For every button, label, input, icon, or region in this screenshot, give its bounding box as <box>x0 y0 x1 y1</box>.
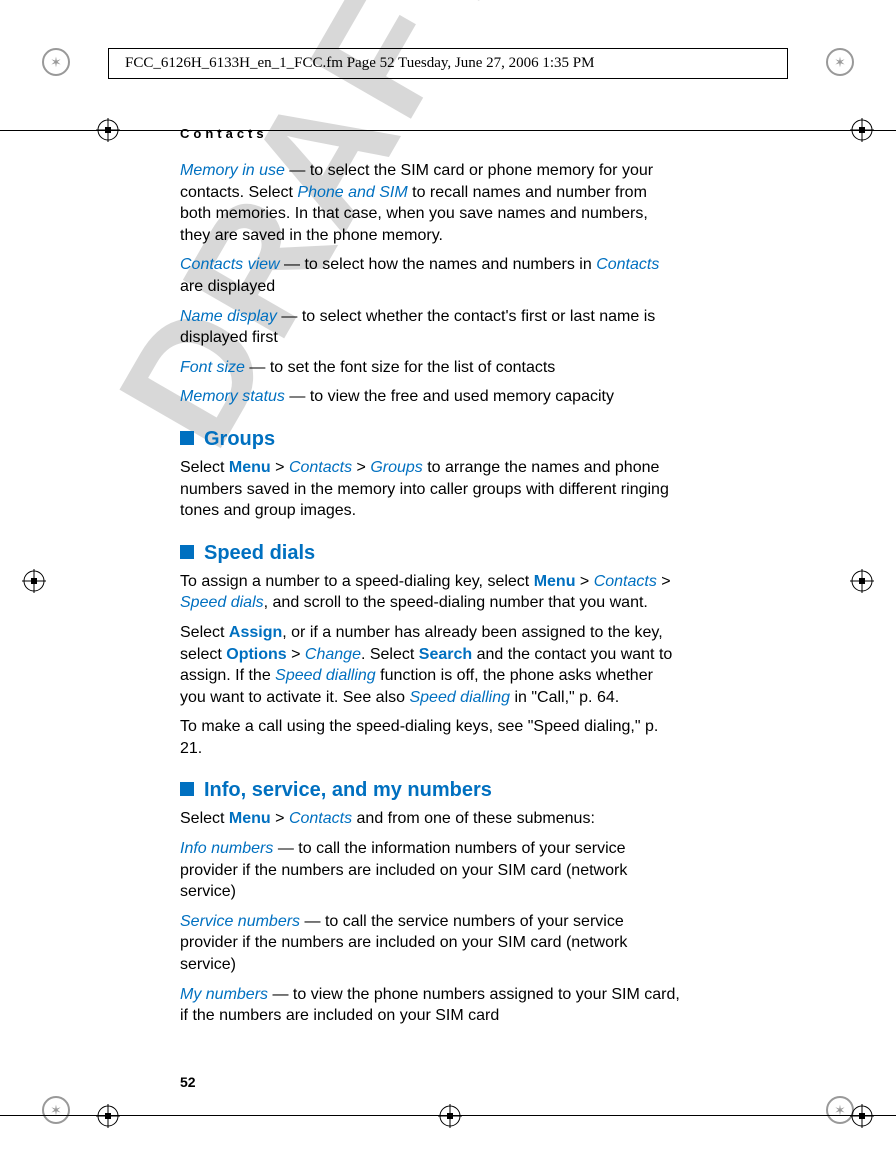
document-header-text: FCC_6126H_6133H_en_1_FCC.fm Page 52 Tues… <box>125 55 594 71</box>
contacts-label: Contacts <box>289 810 352 827</box>
text: Select <box>180 459 229 476</box>
menu-label: Menu <box>229 459 271 476</box>
speed-dialling-label: Speed dialling <box>275 667 376 684</box>
font-size-label: Font size <box>180 359 245 376</box>
contacts-label: Contacts <box>596 256 659 273</box>
contacts-label: Contacts <box>289 459 352 476</box>
square-bullet-icon <box>180 545 194 559</box>
section-header: Contacts <box>180 126 268 141</box>
info-numbers-label: Info numbers <box>180 840 273 857</box>
groups-heading: Groups <box>180 426 680 453</box>
info-numbers-para: Info numbers — to call the information n… <box>180 838 680 903</box>
info-para1: Select Menu > Contacts and from one of t… <box>180 808 680 830</box>
groups-para: Select Menu > Contacts > Groups to arran… <box>180 457 680 522</box>
speed-dialling-label: Speed dialling <box>409 689 510 706</box>
text: Select <box>180 810 229 827</box>
speed-dials-heading: Speed dials <box>180 540 680 567</box>
crop-mark <box>96 1104 120 1128</box>
text: > <box>657 573 671 590</box>
contacts-view-label: Contacts view <box>180 256 280 273</box>
heading-text: Info, service, and my numbers <box>204 779 492 801</box>
crop-mark-side <box>22 569 46 593</box>
menu-label: Menu <box>534 573 576 590</box>
text: > <box>271 810 289 827</box>
text: in "Call," p. 64. <box>510 689 619 706</box>
text: , and scroll to the speed-dialing number… <box>264 594 648 611</box>
text: > <box>352 459 370 476</box>
memory-status-label: Memory status <box>180 388 285 405</box>
text: > <box>287 646 305 663</box>
corner-icon-bottom-left: ✶ <box>42 1096 70 1124</box>
text: To make a call using the speed-dialing k… <box>180 718 658 757</box>
text: . Select <box>361 646 419 663</box>
text: Select <box>180 624 229 641</box>
page-number: 52 <box>180 1074 196 1090</box>
speed-dials-para2: Select Assign, or if a number has alread… <box>180 622 680 708</box>
service-numbers-para: Service numbers — to call the service nu… <box>180 911 680 976</box>
name-display-para: Name display — to select whether the con… <box>180 306 680 349</box>
crop-mark-side <box>850 569 874 593</box>
heading-text: Groups <box>204 428 275 450</box>
info-heading: Info, service, and my numbers <box>180 777 680 804</box>
crop-mark <box>850 1104 874 1128</box>
memory-in-use-para: Memory in use — to select the SIM card o… <box>180 160 680 246</box>
memory-status-para: Memory status — to view the free and use… <box>180 386 680 408</box>
service-numbers-label: Service numbers <box>180 913 300 930</box>
options-label: Options <box>226 646 286 663</box>
change-label: Change <box>305 646 361 663</box>
top-rule <box>0 130 896 131</box>
menu-label: Menu <box>229 810 271 827</box>
assign-label: Assign <box>229 624 282 641</box>
bottom-rule <box>0 1115 896 1116</box>
speed-dials-label: Speed dials <box>180 594 264 611</box>
text: > <box>271 459 289 476</box>
text: To assign a number to a speed-dialing ke… <box>180 573 534 590</box>
corner-icon-top-right: ✶ <box>826 48 854 76</box>
contacts-label: Contacts <box>594 573 657 590</box>
groups-label: Groups <box>370 459 422 476</box>
text: — to view the free and used memory capac… <box>285 388 614 405</box>
text: — to select how the names and numbers in <box>280 256 597 273</box>
heading-text: Speed dials <box>204 542 315 564</box>
text: and from one of these submenus: <box>352 810 595 827</box>
corner-icon-top-left: ✶ <box>42 48 70 76</box>
contacts-view-para: Contacts view — to select how the names … <box>180 254 680 297</box>
square-bullet-icon <box>180 782 194 796</box>
name-display-label: Name display <box>180 308 277 325</box>
document-header-box: FCC_6126H_6133H_en_1_FCC.fm Page 52 Tues… <box>108 48 788 79</box>
page-content: Memory in use — to select the SIM card o… <box>180 160 680 1035</box>
phone-and-sim-label: Phone and SIM <box>297 184 407 201</box>
text: — to set the font size for the list of c… <box>245 359 555 376</box>
my-numbers-label: My numbers <box>180 986 268 1003</box>
speed-dials-para3: To make a call using the speed-dialing k… <box>180 716 680 759</box>
crop-mark-bottom-center <box>438 1104 462 1128</box>
speed-dials-para1: To assign a number to a speed-dialing ke… <box>180 571 680 614</box>
my-numbers-para: My numbers — to view the phone numbers a… <box>180 984 680 1027</box>
font-size-para: Font size — to set the font size for the… <box>180 357 680 379</box>
text: are displayed <box>180 278 275 295</box>
text: > <box>575 573 593 590</box>
memory-in-use-label: Memory in use <box>180 162 285 179</box>
search-label: Search <box>419 646 472 663</box>
square-bullet-icon <box>180 431 194 445</box>
